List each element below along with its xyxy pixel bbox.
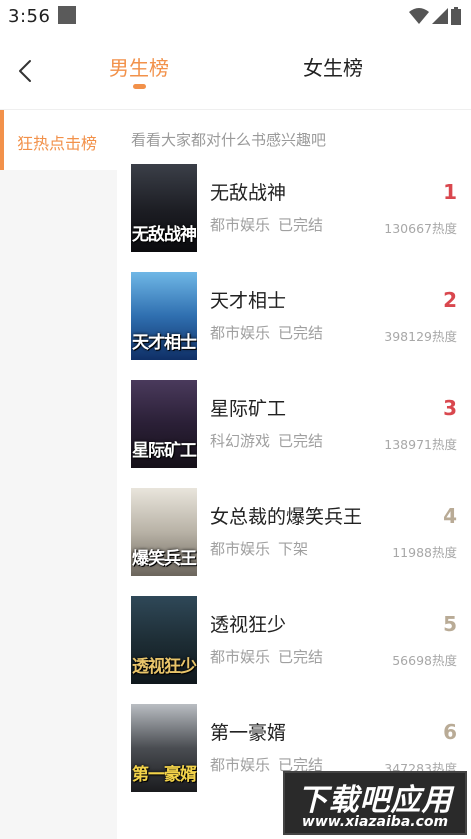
book-status: 下架: [278, 540, 309, 558]
notification-icon: [58, 6, 76, 24]
battery-icon: [451, 7, 461, 25]
book-rank: 1: [443, 180, 457, 204]
book-rank: 2: [443, 288, 457, 312]
book-category: 都市娱乐: [210, 648, 271, 666]
book-title: 女总裁的爆笑兵王: [210, 506, 363, 528]
book-status: 已完结: [278, 216, 324, 234]
sidebar-active-indicator: [0, 110, 4, 170]
book-category: 科幻游戏: [210, 432, 271, 450]
cover-title: 透视狂少: [132, 657, 197, 677]
book-status: 已完结: [278, 432, 324, 450]
book-title: 天才相士: [210, 290, 287, 312]
book-cover: 星际矿工: [131, 380, 197, 468]
watermark-title: 下载吧应用: [297, 783, 453, 818]
book-category: 都市娱乐: [210, 324, 271, 342]
cover-title: 第一豪婿: [132, 765, 197, 785]
book-rank: 3: [443, 396, 457, 420]
book-heat: 398129热度: [384, 329, 457, 344]
back-button[interactable]: [10, 54, 40, 88]
book-cover: 爆笑兵王: [131, 488, 197, 576]
book-category: 都市娱乐: [210, 216, 271, 234]
book-title: 第一豪婿: [210, 722, 287, 744]
wifi-icon: [409, 8, 429, 24]
watermark-url: www.xiazaiba.com: [301, 814, 449, 830]
book-item[interactable]: 天才相士 天才相士 都市娱乐 已完结 2 398129热度: [117, 272, 471, 380]
book-item[interactable]: 星际矿工 星际矿工 科幻游戏 已完结 3 138971热度: [117, 380, 471, 488]
book-cover: 透视狂少: [131, 596, 197, 684]
book-heat: 56698热度: [392, 653, 457, 668]
status-icons: [409, 7, 461, 25]
back-arrow-icon: [19, 60, 31, 82]
cover-title: 无敌战神: [132, 225, 197, 245]
book-item[interactable]: 透视狂少 透视狂少 都市娱乐 已完结 5 56698热度: [117, 596, 471, 704]
book-meta: 都市娱乐 已完结: [210, 322, 323, 343]
signal-icon: [432, 8, 448, 24]
sidebar: 狂热点击榜: [0, 110, 117, 839]
book-category: 都市娱乐: [210, 540, 271, 558]
cover-title: 星际矿工: [132, 441, 197, 461]
book-rank: 4: [443, 504, 457, 528]
book-heat: 11988热度: [392, 545, 457, 560]
book-meta: 都市娱乐 下架: [210, 538, 308, 559]
book-item[interactable]: 无敌战神 无敌战神 都市娱乐 已完结 1 130667热度: [117, 164, 471, 272]
book-rank: 5: [443, 612, 457, 636]
book-item[interactable]: 爆笑兵王 女总裁的爆笑兵王 都市娱乐 下架 4 11988热度: [117, 488, 471, 596]
sidebar-item-label: 狂热点击榜: [17, 134, 98, 153]
book-status: 已完结: [278, 648, 324, 666]
book-cover: 无敌战神: [131, 164, 197, 252]
book-cover: 天才相士: [131, 272, 197, 360]
tab-female-rank[interactable]: 女生榜: [292, 52, 374, 81]
book-title: 星际矿工: [210, 398, 287, 420]
book-title: 无敌战神: [210, 182, 287, 204]
book-status: 已完结: [278, 324, 324, 342]
book-meta: 都市娱乐 已完结: [210, 214, 323, 235]
tab-male-rank[interactable]: 男生榜: [98, 52, 180, 81]
cover-title: 天才相士: [132, 333, 197, 353]
book-title: 透视狂少: [210, 614, 287, 636]
book-category: 都市娱乐: [210, 756, 271, 774]
book-heat: 138971热度: [384, 437, 457, 452]
book-list: 看看大家都对什么书感兴趣吧 无敌战神 无敌战神 都市娱乐 已完结 1 130667…: [117, 110, 471, 839]
book-meta: 科幻游戏 已完结: [210, 430, 323, 451]
book-rank: 6: [443, 720, 457, 744]
sidebar-item-hot-clicks[interactable]: 狂热点击榜: [0, 110, 117, 170]
tab-indicator: [133, 84, 146, 89]
top-nav: 男生榜 女生榜: [0, 34, 471, 110]
book-meta: 都市娱乐 已完结: [210, 646, 323, 667]
watermark: 下载吧应用 www.xiazaiba.com: [283, 771, 467, 835]
list-subtitle: 看看大家都对什么书感兴趣吧: [131, 131, 327, 149]
status-time: 3:56: [8, 6, 51, 27]
book-cover: 第一豪婿: [131, 704, 197, 792]
book-heat: 130667热度: [384, 221, 457, 236]
status-bar: 3:56: [0, 0, 471, 34]
cover-title: 爆笑兵王: [132, 549, 197, 569]
